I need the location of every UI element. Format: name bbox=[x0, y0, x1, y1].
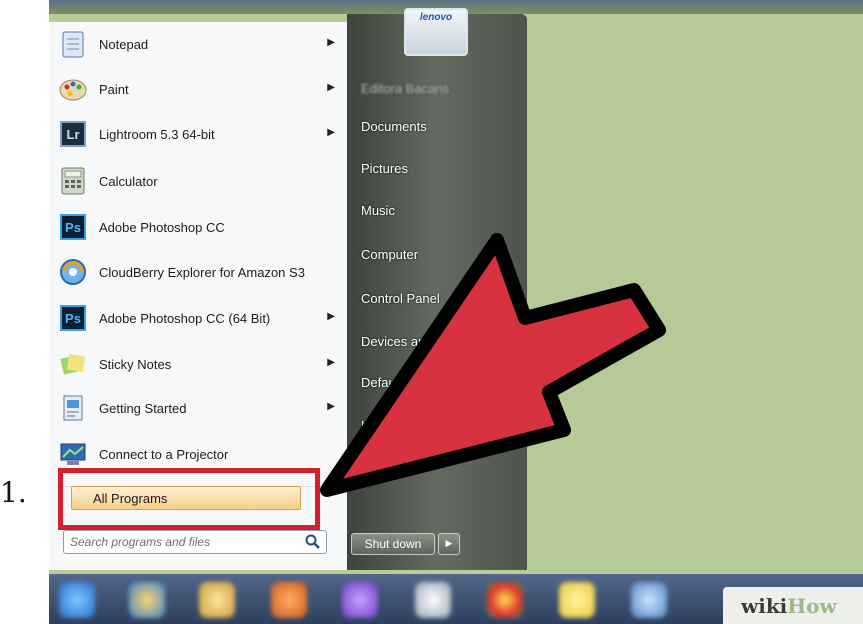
shutdown-options-button[interactable]: ▶ bbox=[438, 533, 460, 555]
app-taskbar-icon[interactable] bbox=[631, 582, 667, 618]
screenshot: Notepad ▶ Paint ▶ Lr Lightroom 5.3 64-bi… bbox=[49, 0, 863, 624]
devices-printers-link[interactable]: Devices and Printers bbox=[361, 334, 481, 349]
menu-item-label: Connect to a Projector bbox=[99, 446, 229, 462]
wikihow-watermark: wiki How bbox=[723, 587, 863, 624]
submenu-arrow-icon: ▶ bbox=[327, 357, 335, 368]
lenovo-logo: lenovo bbox=[419, 12, 453, 23]
paint-icon bbox=[57, 73, 89, 105]
submenu-arrow-icon: ▶ bbox=[327, 82, 335, 93]
submenu-arrow-icon: ▶ bbox=[327, 37, 335, 48]
lightroom-icon: Lr bbox=[57, 118, 89, 150]
menu-item-paint[interactable]: Paint ▶ bbox=[49, 69, 347, 109]
search-icon[interactable] bbox=[304, 533, 322, 551]
menu-item-label: Getting Started bbox=[99, 400, 187, 416]
step-number: 1. bbox=[0, 476, 27, 509]
sticky-notes-taskbar-icon[interactable] bbox=[559, 582, 595, 618]
documents-link[interactable]: Documents bbox=[361, 119, 427, 134]
menu-item-label: Paint bbox=[99, 81, 129, 97]
search-box[interactable]: Search programs and files bbox=[63, 530, 327, 554]
computer-link[interactable]: Computer bbox=[361, 247, 418, 262]
menu-item-photoshop-cc-64[interactable]: Ps Adobe Photoshop CC (64 Bit) ▶ bbox=[49, 298, 347, 338]
menu-item-label: Calculator bbox=[99, 173, 158, 189]
viber-icon[interactable] bbox=[342, 582, 378, 618]
menu-item-label: Adobe Photoshop CC bbox=[99, 219, 225, 235]
sticky-notes-icon bbox=[57, 348, 89, 380]
default-programs-link[interactable]: Default Programs bbox=[361, 375, 462, 390]
start-orb-icon[interactable] bbox=[59, 582, 95, 618]
menu-item-lightroom[interactable]: Lr Lightroom 5.3 64-bit ▶ bbox=[49, 114, 347, 154]
cloudberry-icon bbox=[57, 256, 89, 288]
control-panel-link[interactable]: Control Panel bbox=[361, 291, 440, 306]
menu-item-notepad[interactable]: Notepad ▶ bbox=[49, 24, 347, 64]
internet-explorer-icon[interactable] bbox=[129, 582, 165, 618]
highlight-box bbox=[58, 468, 320, 530]
user-avatar[interactable]: lenovo bbox=[404, 8, 468, 56]
chrome-icon[interactable] bbox=[487, 582, 523, 618]
pictures-link[interactable]: Pictures bbox=[361, 161, 408, 176]
folder-icon[interactable] bbox=[199, 582, 235, 618]
submenu-arrow-icon: ▶ bbox=[327, 127, 335, 138]
document-icon[interactable] bbox=[415, 582, 451, 618]
photoshop-icon: Ps bbox=[57, 302, 89, 334]
submenu-arrow-icon: ▶ bbox=[327, 311, 335, 322]
getting-started-icon bbox=[57, 392, 89, 424]
submenu-arrow-icon: ▶ bbox=[327, 401, 335, 412]
start-menu-places-pane: lenovo Editora Bacans Documents Pictures… bbox=[347, 8, 527, 570]
shutdown-button[interactable]: Shut down bbox=[351, 533, 435, 555]
projector-icon bbox=[57, 438, 89, 470]
menu-item-label: Sticky Notes bbox=[99, 356, 172, 372]
search-input[interactable]: Search programs and files bbox=[70, 535, 304, 549]
menu-item-label: CloudBerry Explorer for Amazon S3 bbox=[99, 264, 305, 280]
user-name-link[interactable]: Editora Bacans bbox=[361, 81, 449, 96]
menu-item-label: Lightroom 5.3 64-bit bbox=[99, 126, 215, 142]
menu-item-photoshop-cc[interactable]: Ps Adobe Photoshop CC bbox=[49, 207, 347, 247]
music-link[interactable]: Music bbox=[361, 203, 395, 218]
desktop-background bbox=[527, 14, 863, 574]
menu-item-label: Notepad bbox=[99, 36, 149, 52]
menu-item-sticky-notes[interactable]: Sticky Notes ▶ bbox=[49, 344, 347, 384]
media-player-icon[interactable] bbox=[271, 582, 307, 618]
help-support-link[interactable]: Help and Support bbox=[361, 418, 462, 433]
menu-item-calculator[interactable]: Calculator bbox=[49, 161, 347, 201]
menu-item-label: Adobe Photoshop CC (64 Bit) bbox=[99, 310, 271, 326]
menu-item-cloudberry[interactable]: CloudBerry Explorer for Amazon S3 bbox=[49, 252, 347, 292]
photoshop-icon: Ps bbox=[57, 211, 89, 243]
calculator-icon bbox=[57, 165, 89, 197]
menu-item-getting-started[interactable]: Getting Started ▶ bbox=[49, 388, 347, 428]
notepad-icon bbox=[57, 28, 89, 60]
